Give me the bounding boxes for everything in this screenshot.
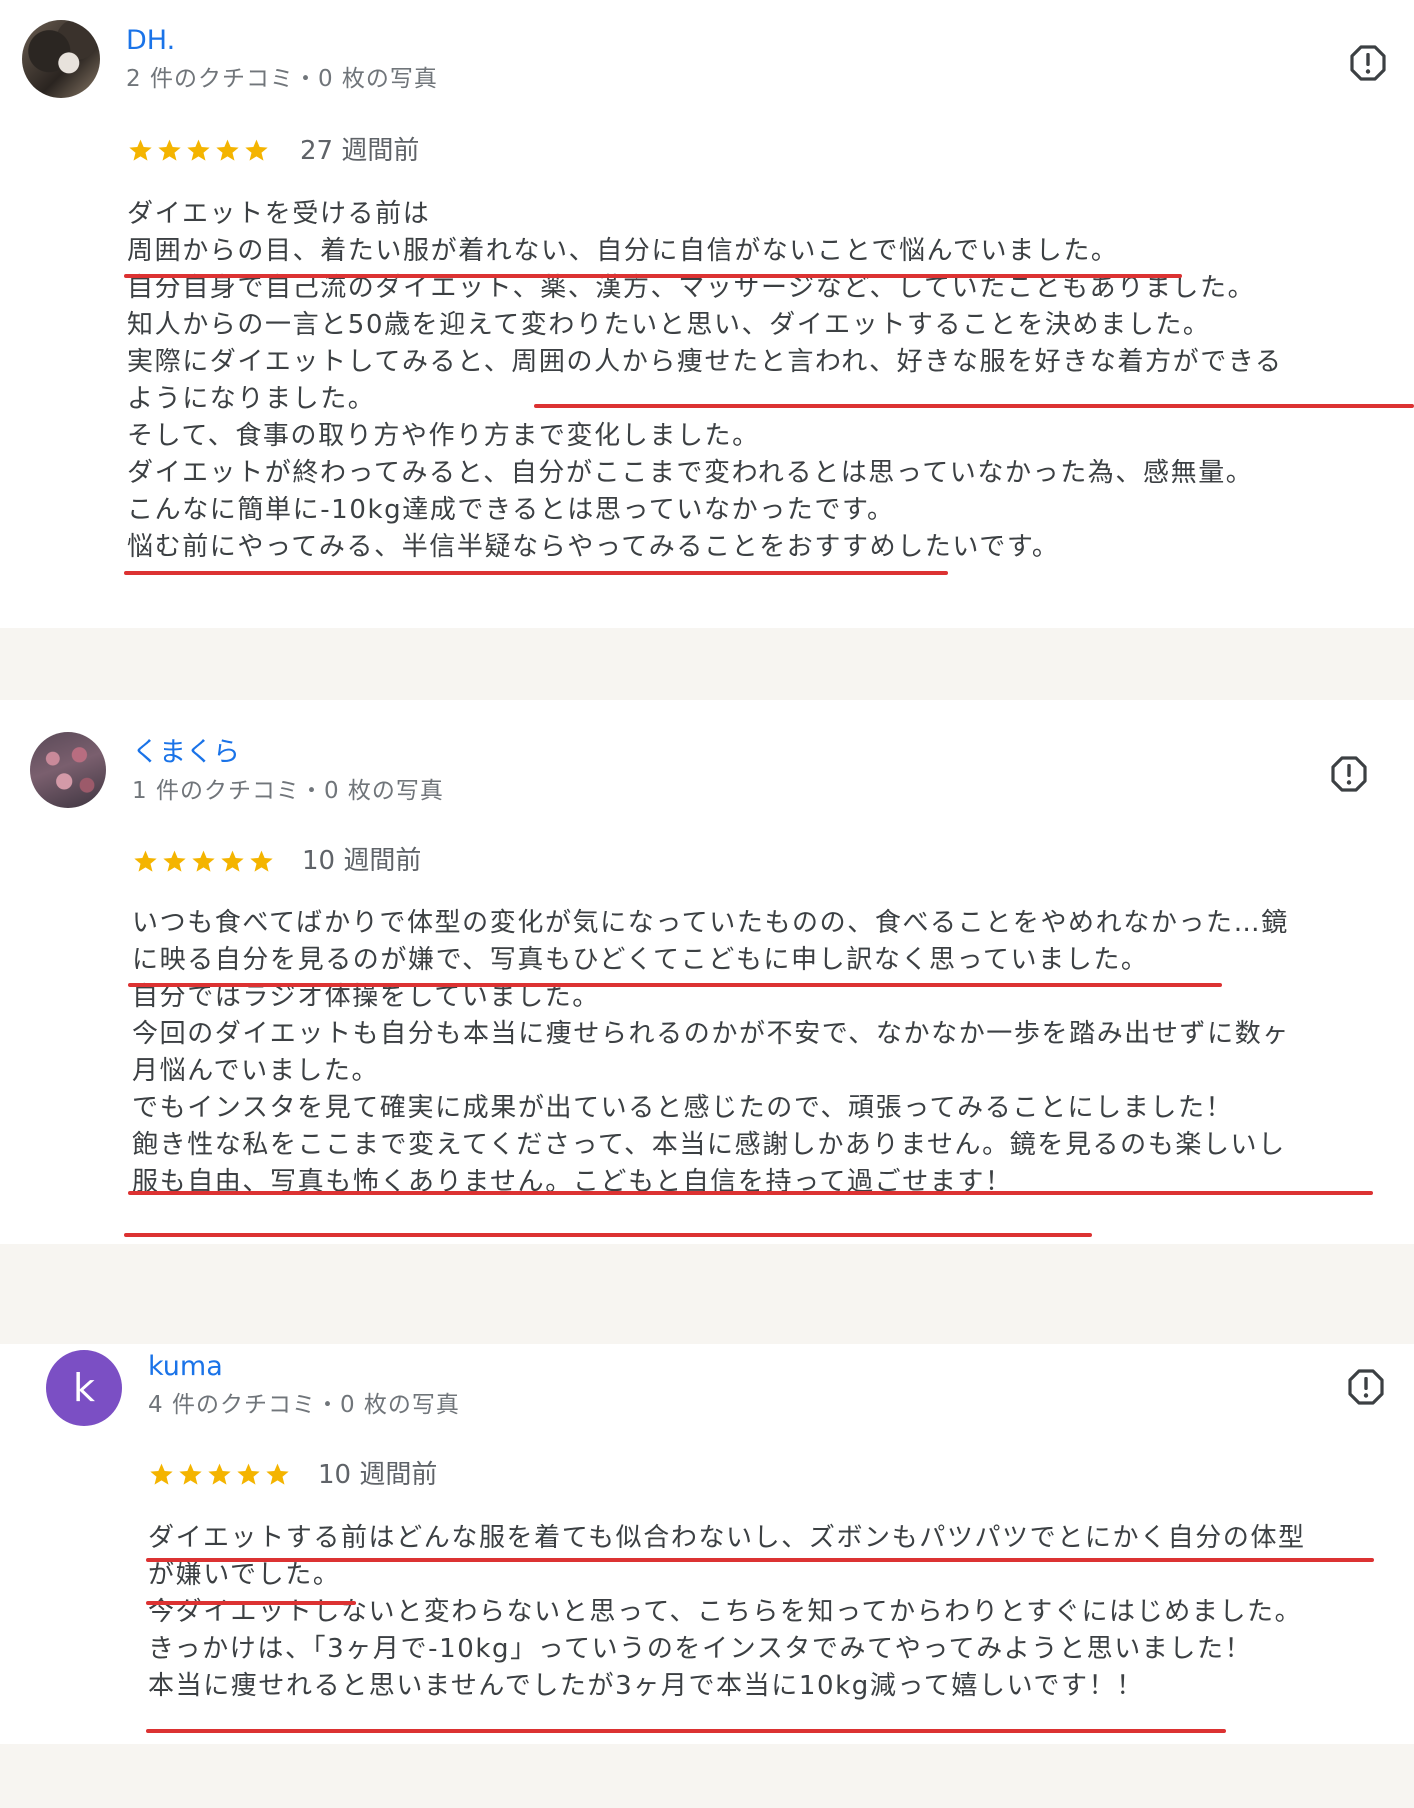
star-icon	[158, 139, 181, 161]
star-icon	[187, 139, 210, 161]
reviewer-name[interactable]: DH.	[126, 24, 175, 58]
highlight-underline	[534, 404, 1414, 408]
reviewer-meta: 2 件のクチコミ・0 枚の写真	[126, 66, 438, 92]
highlight-underline	[128, 983, 1222, 987]
star-icon	[163, 850, 186, 872]
review-text: ダイエットを受ける前は 周囲からの目、着たい服が着れない、自分に自信がないことで…	[127, 196, 1283, 566]
star-icon	[250, 850, 273, 872]
reviewer-meta: 1 件のクチコミ・0 枚の写真	[132, 778, 444, 804]
review-line: 今回のダイエットも自分も本当に痩せられるのかが不安で、なかなか一歩を踏み出せずに…	[132, 1019, 1290, 1049]
avatar[interactable]	[30, 732, 106, 808]
review-card: くまくら 1 件のクチコミ・0 枚の写真 10 週間前 いつも食べてばかりで体型…	[0, 700, 1414, 1244]
review-line: が嫌いでした。	[148, 1560, 341, 1590]
star-icon	[179, 1463, 202, 1485]
star-icon	[208, 1463, 231, 1485]
review-line: ダイエットが終わってみると、自分がここまで変われるとは思っていなかった為、感無量…	[127, 458, 1254, 488]
highlight-underline	[124, 571, 948, 575]
avatar[interactable]: k	[46, 1350, 122, 1426]
star-icon	[192, 850, 215, 872]
highlight-underline	[146, 1601, 356, 1605]
star-icon	[134, 850, 157, 872]
reviewer-meta: 4 件のクチコミ・0 枚の写真	[148, 1392, 460, 1418]
review-text: ダイエットする前はどんな服を着ても似合わないし、ズボンもパツパツでとにかく自分の…	[148, 1520, 1306, 1705]
reviewer-name[interactable]: kuma	[148, 1350, 223, 1384]
review-line: 悩む前にやってみる、半信半疑ならやってみることをおすすめしたいです。	[127, 532, 1060, 562]
avatar[interactable]	[22, 20, 100, 98]
review-text: いつも食べてばかりで体型の変化が気になっていたものの、食べることをやめれなかった…	[132, 905, 1290, 1201]
highlight-underline	[146, 1729, 1226, 1733]
highlight-underline	[124, 274, 1182, 278]
review-card: DH. 2 件のクチコミ・0 枚の写真 27 週間前 ダイエットを受ける前は 周…	[0, 0, 1414, 628]
reviewer-name[interactable]: くまくら	[132, 736, 240, 770]
review-line: に映る自分を見るのが嫌で、写真もひどくてこどもに申し訳なく思っていました。	[132, 945, 1149, 975]
star-icon	[221, 850, 244, 872]
star-icon	[266, 1463, 289, 1485]
review-line: 知人からの一言と50歳を迎えて変わりたいと思い、ダイエットすることを決めました。	[127, 310, 1211, 340]
star-icon	[129, 139, 152, 161]
report-flag-icon[interactable]	[1348, 1369, 1384, 1405]
star-icon	[150, 1463, 173, 1485]
review-line: ダイエットを受ける前は	[127, 199, 431, 229]
review-time: 10 週間前	[318, 1460, 438, 1490]
review-line: いつも食べてばかりで体型の変化が気になっていたものの、食べることをやめれなかった…	[132, 908, 1289, 938]
review-line: きっかけは、「3ヶ月で-10kg」っていうのをインスタでみてやってみようと思いま…	[148, 1634, 1253, 1664]
review-line: ようになりました。	[127, 384, 376, 414]
star-rating	[128, 138, 269, 163]
review-line: そして、食事の取り方や作り方まで変化しました。	[127, 421, 760, 451]
report-flag-icon[interactable]	[1350, 45, 1386, 81]
review-line: こんなに簡単に-10kg達成できるとは思っていなかったです。	[127, 495, 895, 525]
star-icon	[216, 139, 239, 161]
star-rating	[133, 849, 274, 874]
review-line: 今ダイエットしないと変わらないと思って、こちらを知ってからわりとすぐにはじめまし…	[148, 1597, 1303, 1627]
review-line: 月悩んでいました。	[132, 1056, 380, 1086]
review-line: 実際にダイエットしてみると、周囲の人から痩せたと言われ、好きな服を好きな着方がで…	[127, 347, 1283, 377]
star-icon	[245, 139, 268, 161]
review-line: 本当に痩せれると思いませんでしたが3ヶ月で本当に10kg減って嬉しいです！！	[148, 1671, 1144, 1701]
review-line: 飽き性な私をここまで変えてくださって、本当に感謝しかありません。鏡を見るのも楽し…	[132, 1130, 1286, 1160]
report-flag-icon[interactable]	[1331, 756, 1367, 792]
highlight-underline	[124, 1233, 1092, 1237]
highlight-underline	[146, 1558, 1374, 1562]
star-rating	[149, 1462, 290, 1487]
review-time: 10 週間前	[302, 846, 422, 876]
review-line: でもインスタを見て確実に成果が出ていると感じたので、頑張ってみることにしました！	[132, 1093, 1234, 1123]
review-card: k kuma 4 件のクチコミ・0 枚の写真 10 週間前 ダイエットする前はど…	[0, 1344, 1414, 1744]
review-line: ダイエットする前はどんな服を着ても似合わないし、ズボンもパツパツでとにかく自分の…	[148, 1523, 1306, 1553]
review-time: 27 週間前	[300, 136, 420, 166]
review-line: 周囲からの目、着たい服が着れない、自分に自信がないことで悩んでいました。	[127, 236, 1119, 266]
highlight-underline	[128, 1191, 1373, 1195]
review-line: 服も自由、写真も怖くありません。こどもと自信を持って過ごせます！	[132, 1167, 1013, 1197]
star-icon	[237, 1463, 260, 1485]
